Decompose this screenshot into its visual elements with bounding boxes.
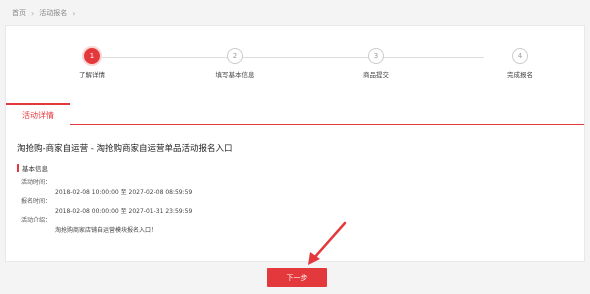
main-card: 1 了解详情 2 填写基本信息 3 商品提交 4 完成报名 活动详情 淘抢购-商… <box>5 25 585 262</box>
chevron-right-icon: › <box>31 8 35 18</box>
activity-time-value: 2018-02-08 10:00:00 至 2027-02-08 08:59:5… <box>55 188 193 196</box>
chevron-right-icon: › <box>72 8 76 18</box>
step-2: 2 填写基本信息 <box>195 48 275 79</box>
section-header: 基本信息 <box>17 163 48 173</box>
activity-info: 活动时间： 2018-02-08 10:00:00 至 2027-02-08 0… <box>21 178 192 235</box>
annotation-arrow-icon <box>308 221 347 265</box>
step-label: 填写基本信息 <box>215 71 255 79</box>
activity-title: 淘抢购-商家自运营 - 淘抢购商家自运营单品活动报名入口 <box>17 144 233 154</box>
step-label: 完成报名 <box>507 71 533 79</box>
breadcrumb-home[interactable]: 首页 <box>12 8 26 18</box>
activity-time-label: 活动时间： <box>21 179 52 186</box>
step-label: 商品提交 <box>363 71 389 79</box>
step-number: 1 <box>84 48 100 64</box>
breadcrumb-current[interactable]: 活动报名 <box>39 8 67 18</box>
step-4: 4 完成报名 <box>480 48 560 79</box>
section-marker <box>17 164 19 172</box>
tab-bar: 活动详情 <box>6 103 584 125</box>
step-3: 3 商品提交 <box>336 48 416 79</box>
step-label: 了解详情 <box>79 71 105 79</box>
intro-label: 活动介绍： <box>21 217 52 224</box>
step-number: 2 <box>227 48 243 64</box>
section-label: 基本信息 <box>22 165 48 173</box>
breadcrumb: 首页 › 活动报名 › <box>12 8 75 18</box>
step-progress: 1 了解详情 2 填写基本信息 3 商品提交 4 完成报名 <box>6 26 584 96</box>
signup-time-value: 2018-02-08 00:00:00 至 2027-01-31 23:59:5… <box>55 207 193 215</box>
step-number: 4 <box>512 48 528 64</box>
signup-time-label: 报名时间： <box>21 198 52 205</box>
intro-value: 淘抢购商家店铺自运营模块报名入口！ <box>55 226 158 234</box>
step-1: 1 了解详情 <box>52 48 132 79</box>
step-number: 3 <box>368 48 384 64</box>
step-connector-line <box>102 57 484 58</box>
next-step-button[interactable]: 下一步 <box>267 268 327 287</box>
tab-activity-details[interactable]: 活动详情 <box>6 103 70 125</box>
